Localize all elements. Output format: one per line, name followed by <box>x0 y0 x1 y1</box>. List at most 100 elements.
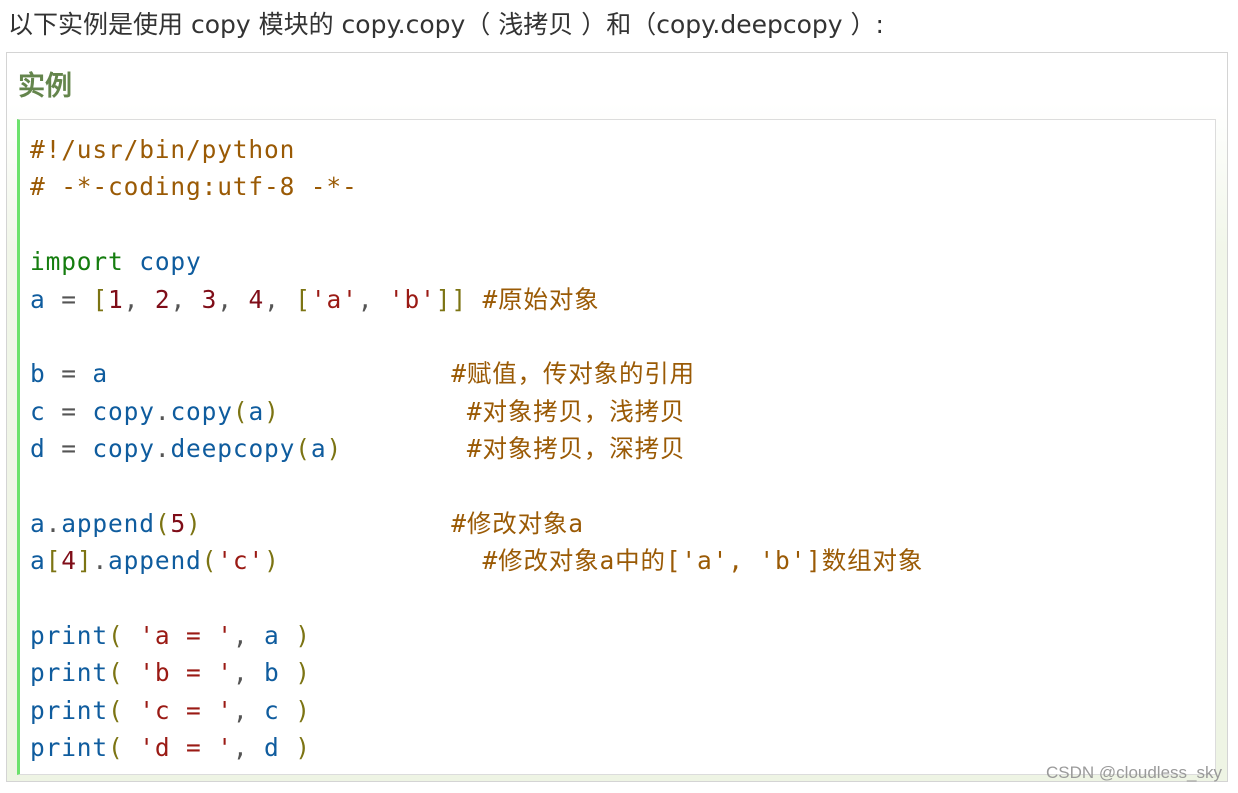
intro-text: 以下实例是使用 copy 模块的 copy.copy（ 浅拷贝 ）和（copy.… <box>8 10 884 39</box>
code-token: #原始对象 <box>482 284 600 314</box>
code-token: , <box>357 284 389 314</box>
code-token: 5 <box>170 508 187 538</box>
code-token: 'b' <box>388 284 436 314</box>
code-token: 1 <box>108 284 124 314</box>
code-token: 'a' <box>310 284 358 314</box>
code-token: ) <box>295 733 311 763</box>
code-token: a <box>30 284 46 314</box>
code-token: copy <box>92 434 155 464</box>
code-token: 2 <box>154 284 171 314</box>
code-token: ) <box>326 434 343 464</box>
code-token: ( <box>108 733 124 763</box>
code-token: ( <box>295 434 311 464</box>
code-token: copy <box>92 396 155 426</box>
code-token: 4 <box>248 284 265 314</box>
code-token: a <box>92 359 109 389</box>
code-block[interactable]: #!/usr/bin/python # -*-coding:utf-8 -*- i… <box>17 119 1216 775</box>
code-token: ]] <box>435 284 467 314</box>
code-token: a <box>30 546 46 576</box>
code-token: c <box>264 695 280 725</box>
code-token: copy <box>139 247 202 277</box>
code-line: d = copy.deepcopy(a) #对象拷贝，深拷贝 <box>30 430 923 467</box>
code-token: 'b = ' <box>139 658 233 688</box>
code-token: ) <box>295 621 311 651</box>
code-token: #!/usr/bin/python <box>30 135 296 164</box>
code-token: print <box>30 658 109 688</box>
code-content: #!/usr/bin/python # -*-coding:utf-8 -*- i… <box>30 131 923 767</box>
code-token: , <box>232 695 265 725</box>
code-token: [ <box>295 284 311 314</box>
code-token: c <box>30 396 46 426</box>
code-token: ] <box>76 546 93 576</box>
code-token: a <box>248 396 265 426</box>
code-token: ( <box>108 695 124 725</box>
code-token: ( <box>108 621 124 651</box>
code-token: 'a = ' <box>139 621 233 651</box>
code-token: 'c' <box>217 546 265 576</box>
code-token: ) <box>264 396 280 426</box>
code-token: a <box>264 621 280 651</box>
code-token: #赋值，传对象的引用 <box>451 359 695 389</box>
code-token: b <box>264 658 280 688</box>
code-token: print <box>30 733 109 763</box>
code-line: a = [1, 2, 3, 4, ['a', 'b']] #原始对象 <box>30 281 923 318</box>
code-token: ) <box>295 658 311 688</box>
code-token: , <box>232 658 265 688</box>
code-token: #修改对象a中的['a', 'b']数组对象 <box>482 546 924 576</box>
code-token: #对象拷贝，浅拷贝 <box>466 396 686 426</box>
code-line: import copy <box>30 243 923 280</box>
code-token: , <box>123 284 155 314</box>
code-token: b <box>30 359 46 389</box>
example-box: 实例 #!/usr/bin/python # -*-coding:utf-8 -*… <box>6 52 1228 782</box>
code-token: = <box>45 396 93 426</box>
code-token: #对象拷贝，深拷贝 <box>466 434 686 464</box>
code-token: 'c = ' <box>139 695 233 725</box>
code-token: copy <box>170 396 233 426</box>
code-token: . <box>154 434 171 464</box>
code-token: = <box>45 434 93 464</box>
code-token: print <box>30 621 109 651</box>
code-token: 'd = ' <box>139 733 233 763</box>
code-token: ( <box>201 546 218 576</box>
code-line: print( 'c = ', c ) <box>30 692 923 729</box>
code-token: d <box>30 434 46 464</box>
code-token: append <box>61 508 155 538</box>
code-token: import <box>30 247 124 277</box>
code-token: ( <box>154 508 171 538</box>
example-title: 实例 <box>18 71 72 102</box>
code-line: a.append(5) #修改对象a <box>30 505 923 542</box>
code-line: a[4].append('c') #修改对象a中的['a', 'b']数组对象 <box>30 542 923 579</box>
code-token: append <box>108 546 202 576</box>
code-token: #修改对象a <box>451 508 584 538</box>
code-line: c = copy.copy(a) #对象拷贝，浅拷贝 <box>30 393 923 430</box>
code-line: print( 'b = ', b ) <box>30 654 923 691</box>
code-token: # -*-coding:utf-8 -*- <box>30 172 358 202</box>
code-token: . <box>45 508 62 538</box>
code-token: ( <box>108 658 124 688</box>
code-token: , <box>170 284 202 314</box>
code-token: , <box>217 284 249 314</box>
code-token: a <box>310 434 327 464</box>
code-token: [ <box>45 546 62 576</box>
code-token: = <box>45 284 93 314</box>
code-token: print <box>30 695 109 725</box>
